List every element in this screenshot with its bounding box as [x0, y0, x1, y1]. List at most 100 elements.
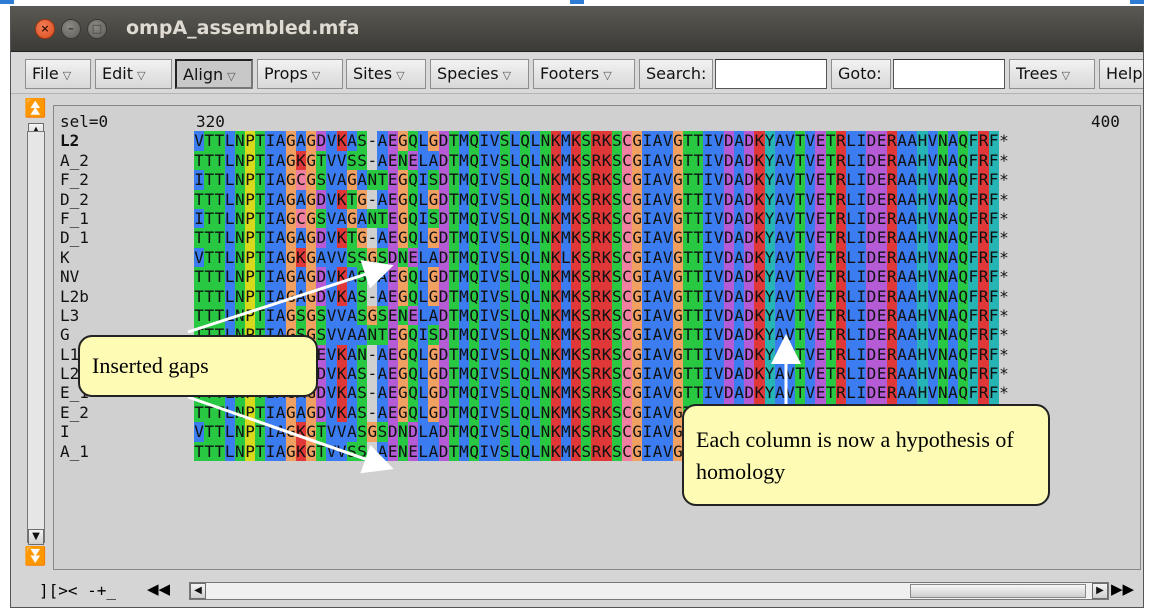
residue: Q — [407, 189, 419, 209]
sequence-name[interactable]: D_2 — [60, 190, 190, 209]
search-input[interactable] — [715, 59, 827, 89]
scroll-down-arrow-icon[interactable]: ▼ — [28, 529, 44, 545]
horizontal-scrollbar[interactable]: ◀ ▶ — [189, 582, 1109, 600]
residue: L — [509, 383, 520, 403]
residue: N — [937, 228, 948, 248]
menu-props-button[interactable]: Props ▽ — [257, 59, 343, 89]
residue: T — [194, 441, 205, 462]
sequence-name[interactable]: D_1 — [60, 228, 190, 247]
sequence-row[interactable]: ITTLNPTIAGCGSVAGANTEGQISDTMQIVSLQLNKMKSR… — [194, 208, 1140, 229]
residue: T — [825, 131, 836, 151]
menu-align-button[interactable]: Align ▽ — [175, 59, 253, 89]
search-label-button[interactable]: Search: — [639, 59, 713, 89]
residue: N — [397, 305, 408, 326]
residue: A — [275, 305, 286, 326]
menu-file-button[interactable]: File ▽ — [25, 59, 91, 89]
maximize-window-button[interactable]: □ — [87, 19, 107, 39]
scroll-to-bottom-icon[interactable]: ⏬ — [24, 547, 46, 567]
sequence-row[interactable]: VTTLNPTIAGKGAVVSSGSDNELADTMQIVSLQLNKLKSR… — [194, 247, 1140, 268]
residue: A — [377, 344, 388, 365]
residue: V — [805, 364, 816, 384]
residue: G — [397, 383, 408, 403]
residue: A — [907, 344, 918, 365]
goto-input[interactable] — [893, 59, 1005, 89]
sequence-name[interactable]: NV — [60, 267, 190, 286]
residue: G — [306, 402, 317, 423]
sequence-row[interactable]: TTTLNPTIAGAGEVKAN-AEGQLGDTMQIVSLQLNKMKSR… — [194, 344, 1140, 365]
residue: R — [886, 150, 897, 171]
sequence-name[interactable]: L2 — [60, 131, 190, 150]
residue: R — [591, 422, 602, 442]
residue: R — [835, 383, 846, 403]
residue: V — [784, 247, 796, 268]
residue: A — [275, 441, 286, 462]
sequence-name[interactable]: L3 — [60, 306, 190, 325]
menu-help-button[interactable]: Help — [1099, 59, 1143, 89]
residue: E — [387, 305, 398, 326]
scroll-to-top-icon[interactable]: ⏫ — [24, 99, 46, 119]
horizontal-scroll-thumb[interactable] — [910, 584, 1086, 598]
nav-controls-text[interactable]: ][>< -+_ — [39, 581, 116, 600]
residue: P — [244, 441, 256, 462]
sequence-row[interactable]: TTTLNPTIAGSGSVVASGSENELADTMQIVSLQLNKMKSR… — [194, 305, 1140, 326]
residue: A — [896, 383, 908, 403]
residue: S — [581, 131, 592, 151]
scroll-right-arrow-icon[interactable]: ▶ — [1092, 583, 1108, 599]
sequence-name[interactable]: K — [60, 248, 190, 267]
residue: S — [346, 441, 357, 462]
residue: I — [703, 189, 714, 209]
residue: C — [295, 208, 307, 229]
menu-footers-button[interactable]: Footers ▽ — [533, 59, 635, 89]
sequence-name[interactable]: A_2 — [60, 151, 190, 170]
menu-trees-button[interactable]: Trees ▽ — [1009, 59, 1095, 89]
sequence-row[interactable]: VTTLNPTIAGAGDVKAS-AEGQLGDTMQIVSLQLNKMKSR… — [194, 364, 1140, 384]
residue: V — [805, 305, 816, 326]
residue: T — [214, 286, 225, 306]
fast-forward-icon[interactable]: ▶▶ — [1111, 580, 1134, 598]
residue: L — [509, 189, 520, 209]
residue: Q — [407, 208, 419, 229]
sequence-name[interactable]: E_2 — [60, 403, 190, 422]
menu-sites-label: Sites — [353, 64, 393, 83]
menu-sites-button[interactable]: Sites ▽ — [346, 59, 426, 89]
menu-species-button[interactable]: Species ▽ — [430, 59, 529, 89]
sequence-name[interactable]: F_2 — [60, 170, 190, 189]
residue: I — [265, 441, 276, 462]
residue: G — [306, 286, 317, 306]
residue: Q — [469, 344, 480, 365]
residue: M — [458, 422, 470, 442]
sequence-name[interactable]: I — [60, 422, 190, 441]
minimize-window-button[interactable]: – — [61, 19, 81, 39]
sequence-row[interactable]: TTTLNPTIAGAGDVKAS-AEGQLGDTMQIVSLQLNKMKSR… — [194, 267, 1140, 287]
residue: M — [458, 208, 470, 229]
residue: V — [927, 383, 938, 403]
sequence-row[interactable]: TTTLNPTIAGAGDVKTG-AEGQLGDTMQIVSLQLNKMKSR… — [194, 189, 1140, 209]
residue: T — [693, 344, 704, 365]
sequence-row[interactable]: TTTLNPTIAGAGDVKAS-AEGQLGDTMQIVSLQLNKMKSR… — [194, 286, 1140, 306]
vertical-scrollbar[interactable] — [27, 131, 45, 543]
sequence-name[interactable]: L2b — [60, 287, 190, 306]
sequence-row[interactable]: TTTLNPTIAGSGSVVAANTEGQISDTMQIVSLQLNKMKSR… — [194, 325, 1140, 345]
residue: V — [927, 150, 938, 171]
sequence-name[interactable]: A_1 — [60, 442, 190, 461]
sequence-row[interactable]: VTTLNPTIAGAGDVKAS-AEGQLGDTMQIVSLQLNKMKSR… — [194, 131, 1140, 151]
goto-label-button[interactable]: Goto: — [831, 59, 891, 89]
sequence-row[interactable]: TTTLNPTIAGAGDVKTG-AEGQLGDTMQIVSLQLNKMKSR… — [194, 228, 1140, 248]
residue: S — [499, 131, 510, 151]
residue: Y — [764, 267, 775, 287]
sequence-name[interactable]: F_1 — [60, 209, 190, 228]
sequence-row[interactable]: TTTLNPTIAGAGDVKAS-AEGQLGDTMQIVSLQLNKMKSR… — [194, 383, 1140, 403]
sequence-row[interactable]: TTTLNPTIAGKGTVVSS-AENELADTMQIVSLQLNKMKSR… — [194, 150, 1140, 171]
sequence-row[interactable]: ITTLNPTIAGCGSVAGANTEGQISDTMQIVSLQLNKMKSR… — [194, 170, 1140, 190]
scroll-left-arrow-icon[interactable]: ◀ — [190, 583, 206, 599]
residue: K — [336, 402, 347, 423]
menu-edit-button[interactable]: Edit ▽ — [95, 59, 172, 89]
rewind-icon[interactable]: ◀◀ — [147, 580, 170, 598]
residue: V — [805, 228, 816, 248]
residue: N — [234, 170, 245, 190]
residue: T — [214, 189, 225, 209]
close-window-button[interactable]: × — [35, 19, 55, 39]
residue: A — [652, 267, 663, 287]
residue: A — [652, 344, 663, 365]
residue: T — [255, 402, 266, 423]
